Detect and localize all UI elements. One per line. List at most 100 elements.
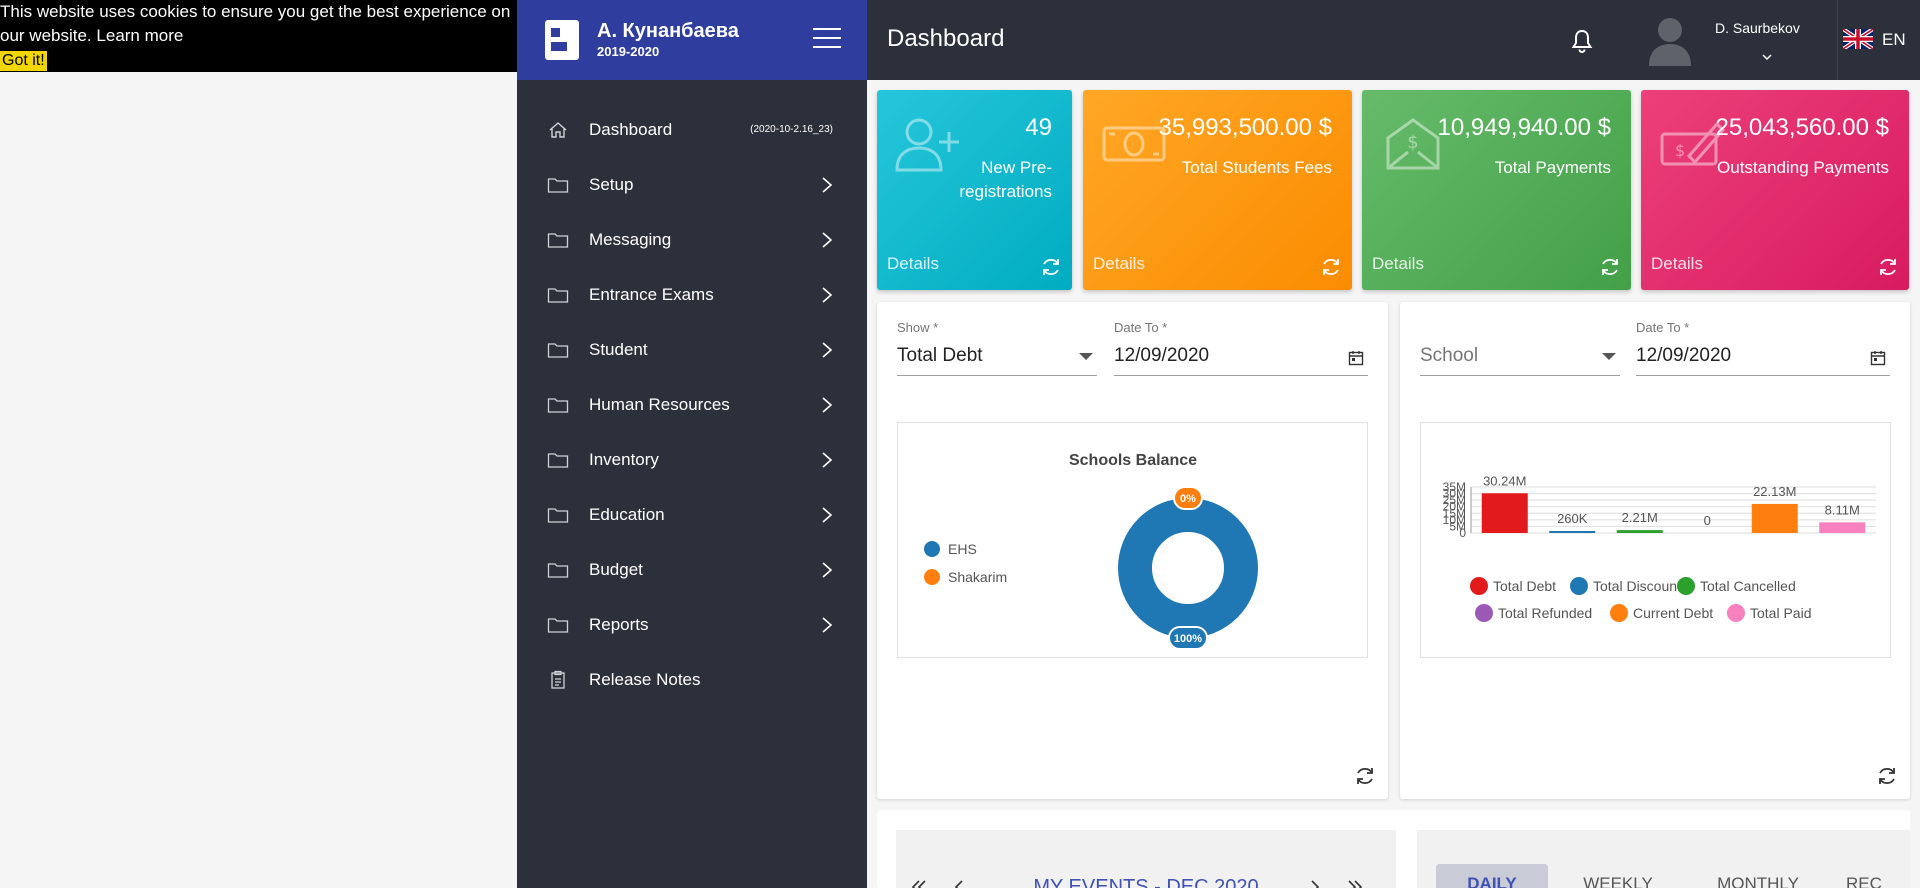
- card-label: Outstanding Payments: [1717, 158, 1889, 177]
- bar: [1751, 503, 1798, 533]
- sidebar-item-inventory[interactable]: Inventory: [517, 432, 867, 487]
- events-navigator: MY EVENTS - DEC 2020: [896, 830, 1396, 888]
- sidebar-item-label: Messaging: [589, 229, 672, 249]
- double-chevron-right-icon[interactable]: [1346, 878, 1364, 888]
- home-icon: [547, 121, 569, 139]
- sidebar-item-education[interactable]: Education: [517, 487, 867, 542]
- card-value: 49: [1025, 114, 1052, 141]
- legend-label: Shakarim: [948, 569, 1007, 585]
- card-label: New Pre-registrations: [959, 158, 1052, 201]
- tab-daily[interactable]: DAILY: [1436, 864, 1548, 888]
- details-link[interactable]: Details: [1651, 254, 1703, 274]
- school-select[interactable]: School: [1420, 320, 1620, 376]
- legend-swatch: [1677, 577, 1695, 595]
- card-value: 35,993,500.00 $: [1158, 114, 1333, 141]
- stat-card-total-students-fees: 35,993,500.00 $ Total Students Fees Deta…: [1083, 90, 1352, 290]
- sidebar-item-label: Reports: [589, 614, 649, 634]
- sidebar-item-release-notes[interactable]: Release Notes: [517, 652, 867, 707]
- sidebar-item-label: Inventory: [589, 449, 659, 469]
- header-divider: [1837, 0, 1838, 80]
- card-label: Total Payments: [1494, 158, 1611, 177]
- legend-swatch: [1470, 577, 1488, 595]
- svg-text:$: $: [1675, 141, 1685, 160]
- refresh-icon[interactable]: [1599, 256, 1621, 278]
- language-selector[interactable]: EN: [1882, 30, 1906, 50]
- learn-more-link[interactable]: Learn more: [96, 26, 183, 45]
- chevron-right-icon: [822, 231, 833, 248]
- school-logo-icon: [545, 20, 579, 60]
- stat-card-outstanding-payments: $ 25,043,560.00 $ Outstanding Payments D…: [1641, 90, 1909, 290]
- user-name[interactable]: D. Saurbekov: [1715, 20, 1800, 36]
- folder-icon: [547, 506, 569, 524]
- sidebar-item-label: Student: [589, 339, 648, 359]
- chevron-right-icon: [822, 616, 833, 633]
- school-placeholder: School: [1420, 345, 1479, 366]
- details-link[interactable]: Details: [1093, 254, 1145, 274]
- uk-flag-icon[interactable]: [1843, 29, 1873, 49]
- avatar[interactable]: [1647, 14, 1693, 66]
- date-to-value: 12/09/2020: [1636, 345, 1732, 366]
- calendar-icon[interactable]: [1348, 350, 1364, 366]
- folder-icon: [547, 231, 569, 249]
- chevron-right-icon: [822, 561, 833, 578]
- date-to-field[interactable]: Date To * 12/09/2020: [1636, 320, 1890, 376]
- folder-icon: [547, 616, 569, 634]
- legend-label: Total Cancelled: [1700, 578, 1796, 594]
- sidebar-item-student[interactable]: Student: [517, 322, 867, 377]
- svg-text:$: $: [1407, 132, 1418, 153]
- details-link[interactable]: Details: [887, 254, 939, 274]
- version-label: (2020-10-2.16_23): [750, 124, 833, 135]
- tab-monthly[interactable]: MONTHLY: [1688, 864, 1828, 888]
- show-value: Total Debt: [897, 345, 983, 366]
- show-select[interactable]: Show * Total Debt: [897, 320, 1097, 376]
- date-to-value: 12/09/2020: [1114, 345, 1210, 366]
- refresh-icon[interactable]: [1354, 765, 1376, 787]
- folder-icon: [547, 286, 569, 304]
- details-link[interactable]: Details: [1372, 254, 1424, 274]
- sidebar-item-entrance-exams[interactable]: Entrance Exams: [517, 267, 867, 322]
- chevron-right-icon: [822, 396, 833, 413]
- money-icon: [1102, 126, 1166, 162]
- dropdown-arrow-icon: [1079, 353, 1093, 360]
- bar-data-label: 22.13M: [1753, 484, 1796, 499]
- sidebar-item-label: Setup: [589, 174, 634, 194]
- top-header: Dashboard D. Saurbekov EN: [867, 0, 1920, 80]
- sidebar-item-budget[interactable]: Budget: [517, 542, 867, 597]
- date-to-label: Date To *: [1636, 320, 1690, 335]
- schools-balance-chart: Schools Balance EHS Shakarim 0% 100%: [897, 422, 1368, 658]
- chevron-down-icon[interactable]: [1761, 52, 1773, 62]
- refresh-icon[interactable]: [1876, 765, 1898, 787]
- cookie-banner: This website uses cookies to ensure you …: [0, 0, 517, 72]
- chevron-right-icon: [822, 341, 833, 358]
- folder-icon: [547, 561, 569, 579]
- bar-data-label: 0: [1704, 513, 1711, 528]
- date-to-field[interactable]: Date To * 12/09/2020: [1114, 320, 1368, 376]
- refresh-icon[interactable]: [1040, 256, 1062, 278]
- sidebar: А. Кунанбаева 2019-2020 Dashboard (2020-…: [517, 0, 867, 888]
- chevron-right-icon[interactable]: [1306, 878, 1324, 888]
- sidebar-item-messaging[interactable]: Messaging: [517, 212, 867, 267]
- cookie-message: This website uses cookies to ensure you …: [0, 2, 511, 45]
- refresh-icon[interactable]: [1320, 256, 1342, 278]
- calendar-icon[interactable]: [1870, 350, 1886, 366]
- legend-label: Current Debt: [1633, 605, 1713, 621]
- sidebar-item-dashboard[interactable]: Dashboard (2020-10-2.16_23): [517, 102, 867, 157]
- pie-slice: [1118, 498, 1258, 638]
- chevron-right-icon: [822, 286, 833, 303]
- bell-icon[interactable]: [1570, 28, 1594, 54]
- refresh-icon[interactable]: [1877, 256, 1899, 278]
- legend-swatch: [1475, 604, 1493, 622]
- bar: [1481, 493, 1528, 533]
- data-label: 100%: [1174, 633, 1202, 645]
- money-envelope-icon: $: [1386, 118, 1440, 170]
- sidebar-item-human-resources[interactable]: Human Resources: [517, 377, 867, 432]
- hamburger-menu-icon[interactable]: [813, 28, 841, 50]
- sidebar-item-reports[interactable]: Reports: [517, 597, 867, 652]
- sidebar-item-label: Budget: [589, 559, 643, 579]
- sidebar-item-setup[interactable]: Setup: [517, 157, 867, 212]
- tab-weekly[interactable]: WEEKLY: [1548, 864, 1688, 888]
- legend-swatch: [924, 569, 940, 585]
- stat-card-total-payments: $ 10,949,940.00 $ Total Payments Details: [1362, 90, 1631, 290]
- tab-recurring[interactable]: REC: [1828, 864, 1910, 888]
- got-it-button[interactable]: Got it!: [0, 51, 47, 71]
